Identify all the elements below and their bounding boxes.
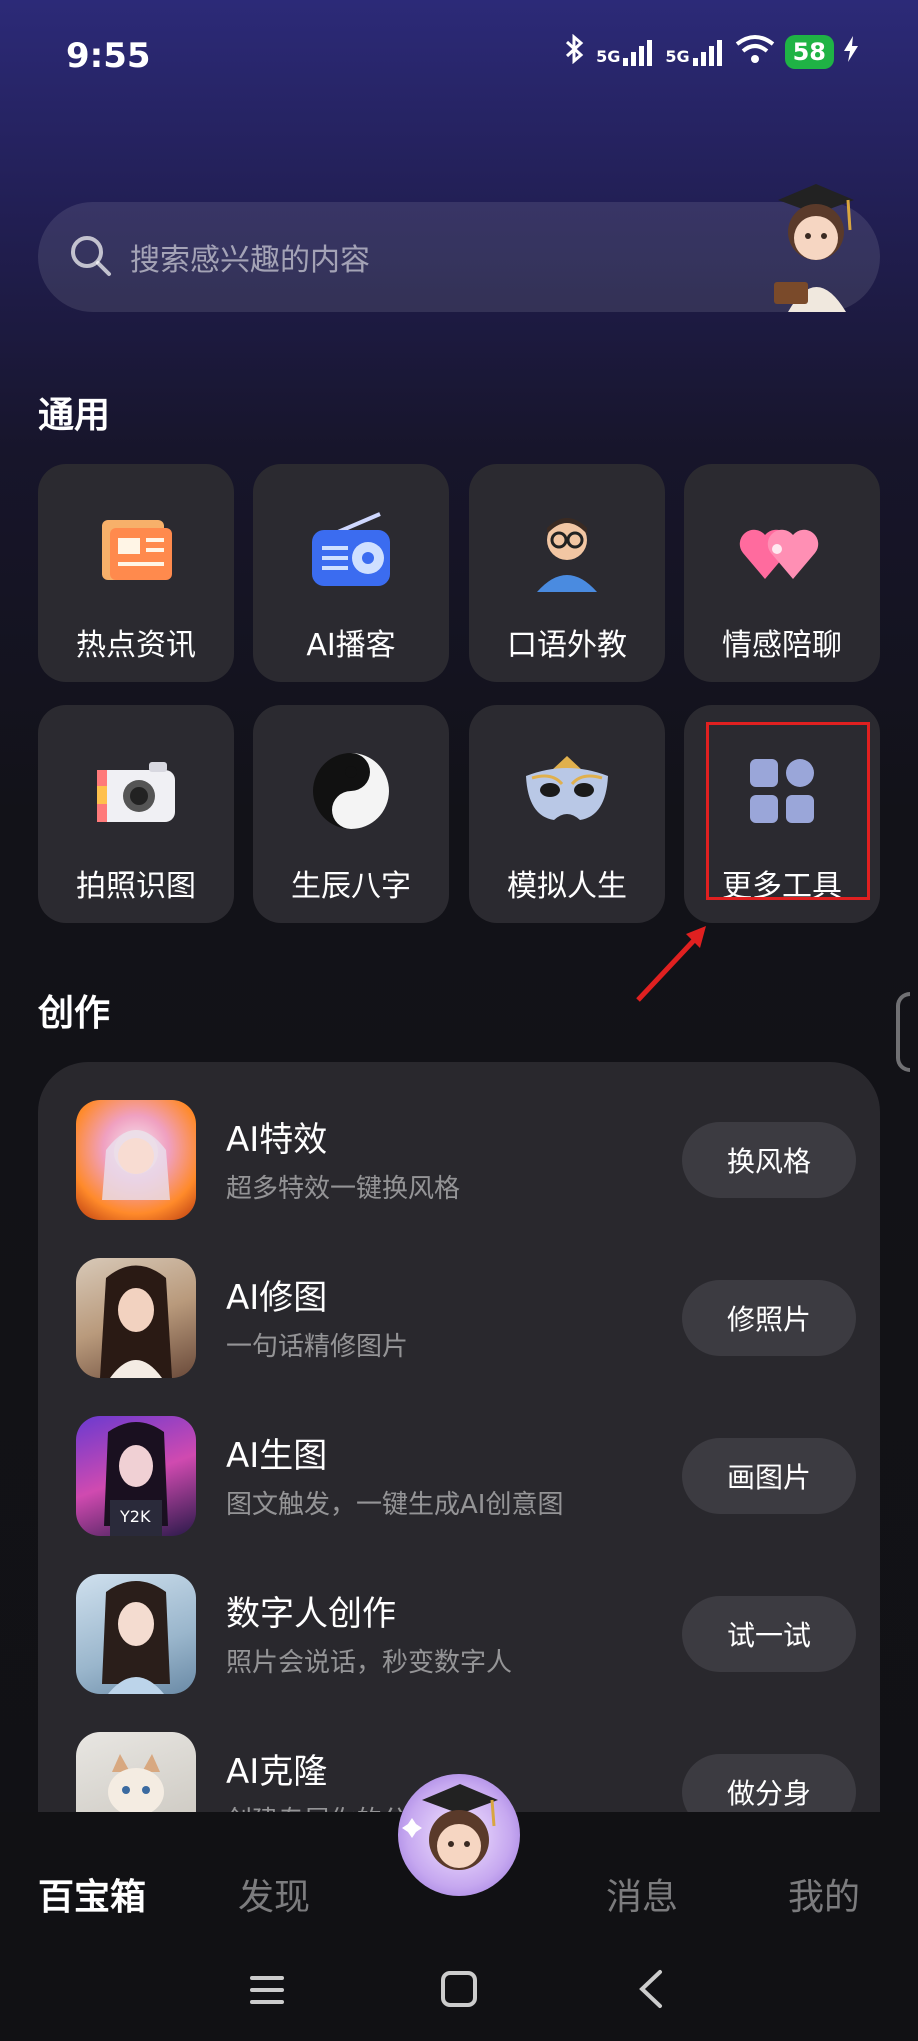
section-general-title: 通用 bbox=[38, 395, 111, 436]
home-icon[interactable] bbox=[440, 1970, 478, 2012]
create-item-subtitle: 照片会说话，秒变数字人 bbox=[226, 1648, 513, 1678]
nav-messages[interactable]: 消息 bbox=[606, 1868, 678, 1920]
tool-hot-news[interactable]: 热点资讯 bbox=[38, 464, 234, 682]
tool-ai-podcast[interactable]: AI播客 bbox=[253, 464, 449, 682]
teacher-avatar-icon bbox=[519, 502, 615, 598]
radio-icon bbox=[303, 502, 399, 598]
status-icons: 5G 5G 58 bbox=[564, 33, 858, 70]
yin-yang-icon bbox=[303, 743, 399, 839]
try-it-button[interactable]: 试一试 bbox=[682, 1596, 856, 1672]
create-item-digital-human[interactable]: 数字人创作 照片会说话，秒变数字人 试一试 bbox=[76, 1574, 856, 1694]
ai-effects-thumbnail bbox=[76, 1100, 196, 1220]
tool-photo-recognition[interactable]: 拍照识图 bbox=[38, 705, 234, 923]
create-item-subtitle: 图文触发，一键生成AI创意图 bbox=[226, 1490, 564, 1520]
hearts-icon bbox=[734, 502, 830, 598]
draw-image-button[interactable]: 画图片 bbox=[682, 1438, 856, 1514]
search-input[interactable]: 搜索感兴趣的内容 bbox=[130, 235, 370, 279]
ai-clone-thumbnail bbox=[76, 1732, 196, 1822]
create-item-ai-effects[interactable]: AI特效 超多特效一键换风格 换风格 bbox=[76, 1100, 856, 1220]
create-card: AI特效 超多特效一键换风格 换风格 AI修图 一句话精修图片 修照片 Y2K … bbox=[38, 1062, 880, 1822]
nav-discover[interactable]: 发现 bbox=[238, 1868, 310, 1920]
tool-oral-english[interactable]: 口语外教 bbox=[469, 464, 665, 682]
signal-icon: 5G bbox=[596, 38, 655, 66]
svg-text:Y2K: Y2K bbox=[119, 1507, 151, 1526]
create-item-ai-image[interactable]: Y2K AI生图 图文触发，一键生成AI创意图 画图片 bbox=[76, 1416, 856, 1536]
tool-life-simulation[interactable]: 模拟人生 bbox=[469, 705, 665, 923]
status-time: 9:55 bbox=[66, 36, 151, 76]
edge-handle[interactable] bbox=[896, 992, 910, 1072]
tool-label: 热点资讯 bbox=[76, 628, 196, 663]
search-icon bbox=[68, 233, 112, 281]
ai-image-thumbnail: Y2K bbox=[76, 1416, 196, 1536]
change-style-button[interactable]: 换风格 bbox=[682, 1122, 856, 1198]
menu-icon[interactable] bbox=[248, 1972, 286, 2012]
mask-icon bbox=[519, 743, 615, 839]
create-item-title: 数字人创作 bbox=[226, 1594, 396, 1634]
tool-label: 模拟人生 bbox=[507, 869, 627, 904]
battery-indicator: 58 bbox=[784, 35, 834, 69]
nav-me[interactable]: 我的 bbox=[788, 1868, 860, 1920]
assistant-center-button[interactable] bbox=[398, 1774, 520, 1896]
search-bar[interactable]: 搜索感兴趣的内容 bbox=[38, 202, 880, 312]
back-icon[interactable] bbox=[636, 1968, 666, 2014]
tool-label: 口语外教 bbox=[507, 628, 627, 663]
newspaper-icon bbox=[88, 502, 184, 598]
tool-label: 拍照识图 bbox=[76, 869, 196, 904]
create-item-title: AI克隆 bbox=[226, 1752, 328, 1792]
system-nav-bar bbox=[0, 1942, 918, 2041]
create-item-title: AI特效 bbox=[226, 1120, 328, 1160]
tool-label: 情感陪聊 bbox=[722, 628, 842, 663]
create-item-title: AI修图 bbox=[226, 1278, 328, 1318]
charging-icon bbox=[844, 36, 858, 68]
create-item-subtitle: 超多特效一键换风格 bbox=[226, 1174, 461, 1204]
create-item-title: AI生图 bbox=[226, 1436, 328, 1476]
tool-birth-chart[interactable]: 生辰八字 bbox=[253, 705, 449, 923]
annotation-arrow bbox=[632, 920, 712, 1008]
tool-label: AI播客 bbox=[306, 628, 396, 663]
signal-icon-2: 5G bbox=[665, 38, 724, 66]
highlight-box bbox=[706, 722, 870, 900]
camera-icon bbox=[88, 743, 184, 839]
wifi-icon bbox=[735, 34, 775, 70]
retouch-photo-button[interactable]: 修照片 bbox=[682, 1280, 856, 1356]
create-item-subtitle: 一句话精修图片 bbox=[226, 1332, 409, 1362]
create-item-ai-retouch[interactable]: AI修图 一句话精修图片 修照片 bbox=[76, 1258, 856, 1378]
assistant-avatar[interactable] bbox=[758, 172, 868, 312]
nav-treasure-box[interactable]: 百宝箱 bbox=[38, 1868, 146, 1920]
tool-label: 生辰八字 bbox=[291, 869, 411, 904]
bluetooth-icon bbox=[564, 33, 586, 70]
digital-human-thumbnail bbox=[76, 1574, 196, 1694]
tool-emotional-chat[interactable]: 情感陪聊 bbox=[684, 464, 880, 682]
ai-retouch-thumbnail bbox=[76, 1258, 196, 1378]
section-create-title: 创作 bbox=[38, 993, 111, 1034]
